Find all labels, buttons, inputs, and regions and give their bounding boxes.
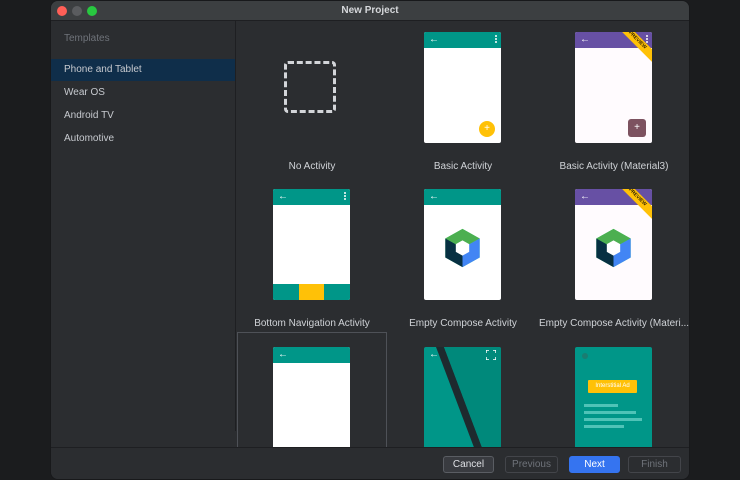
app-bar: ← [424,32,501,48]
sidebar-item-phone-and-tablet[interactable]: Phone and Tablet [51,59,235,81]
template-label: Empty Compose Activity (Materi... [539,318,690,329]
back-arrow-icon: ← [429,34,439,45]
fullscreen-icon [486,350,496,360]
phone-preview: ← [273,189,350,300]
phone-preview: ← [273,347,350,447]
back-arrow-icon: ← [278,191,288,202]
template-empty-compose-activity-material3[interactable]: ← PREVIEW Empty Compose Activity (Materi… [539,178,689,335]
new-project-dialog: New Project Templates Phone and Tablet W… [50,0,690,480]
app-bar: ← [273,347,350,363]
template-label: Bottom Navigation Activity [254,318,370,329]
sidebar-item-wear-os[interactable]: Wear OS [51,82,235,104]
template-label: Basic Activity (Material3) [559,161,669,172]
template-label: No Activity [288,161,336,172]
template-fullscreen-activity[interactable]: ← [388,332,538,447]
template-no-activity[interactable]: No Activity [237,21,387,178]
camera-dot [582,353,588,359]
text-placeholder-line [584,425,624,428]
fab-plus-icon: + [479,121,495,137]
template-empty-compose-activity[interactable]: ← Empty Compose Activity [388,178,538,335]
phone-preview: ← [424,347,501,447]
template-label: Basic Activity [433,161,493,172]
template-basic-activity-material3[interactable]: ← PREVIEW + Basic Activity (Material3) [539,21,689,178]
back-arrow-icon: ← [580,191,590,202]
phone-preview: ← [424,189,501,300]
finish-button[interactable]: Finish [628,456,681,473]
phone-preview: ← PREVIEW + [575,32,652,143]
template-bottom-navigation-activity[interactable]: ← Bottom Navigation Activity [237,178,387,335]
phone-preview: ← PREVIEW [575,189,652,300]
templates-heading: Templates [64,33,110,44]
cancel-button[interactable]: Cancel [443,456,494,473]
back-arrow-icon: ← [580,34,590,45]
text-placeholder-line [584,411,636,414]
app-bar: ← [424,189,501,205]
back-arrow-icon: ← [429,349,439,360]
back-arrow-icon: ← [278,349,288,360]
sidebar-item-android-tv[interactable]: Android TV [51,105,235,127]
previous-button[interactable]: Previous [505,456,558,473]
bottom-navigation-bar [273,284,350,300]
template-gallery: No Activity ← + Basic Activity ← PREVIEW… [237,21,689,447]
sidebar-item-automotive[interactable]: Automotive [51,128,235,150]
fab-plus-icon: + [628,119,646,137]
overflow-menu-icon [495,35,497,45]
template-interstitial-ad[interactable]: Interstitial Ad [539,332,689,447]
phone-preview: ← + [424,32,501,143]
back-arrow-icon: ← [429,191,439,202]
bottom-nav-selected-item [299,284,324,300]
jetpack-compose-logo-icon [596,228,631,268]
text-placeholder-line [584,404,618,407]
template-label: Empty Compose Activity [409,318,517,329]
window-title: New Project [341,5,399,16]
interstitial-ad-label: Interstitial Ad [588,380,637,393]
templates-sidebar: Templates Phone and Tablet Wear OS Andro… [51,21,236,431]
app-bar: ← [273,189,350,205]
template-basic-activity[interactable]: ← + Basic Activity [388,21,538,178]
dialog-footer: Cancel Previous Next Finish [51,447,689,479]
next-button[interactable]: Next [569,456,620,473]
fullscreen-diagonal-graphic [436,347,501,447]
overflow-menu-icon [344,192,346,202]
template-empty-activity[interactable]: ← [237,332,387,447]
jetpack-compose-logo-icon [445,228,480,268]
empty-template-icon [284,61,336,113]
phone-preview: Interstitial Ad [575,347,652,447]
title-bar: New Project [51,1,689,21]
text-placeholder-line [584,418,642,421]
